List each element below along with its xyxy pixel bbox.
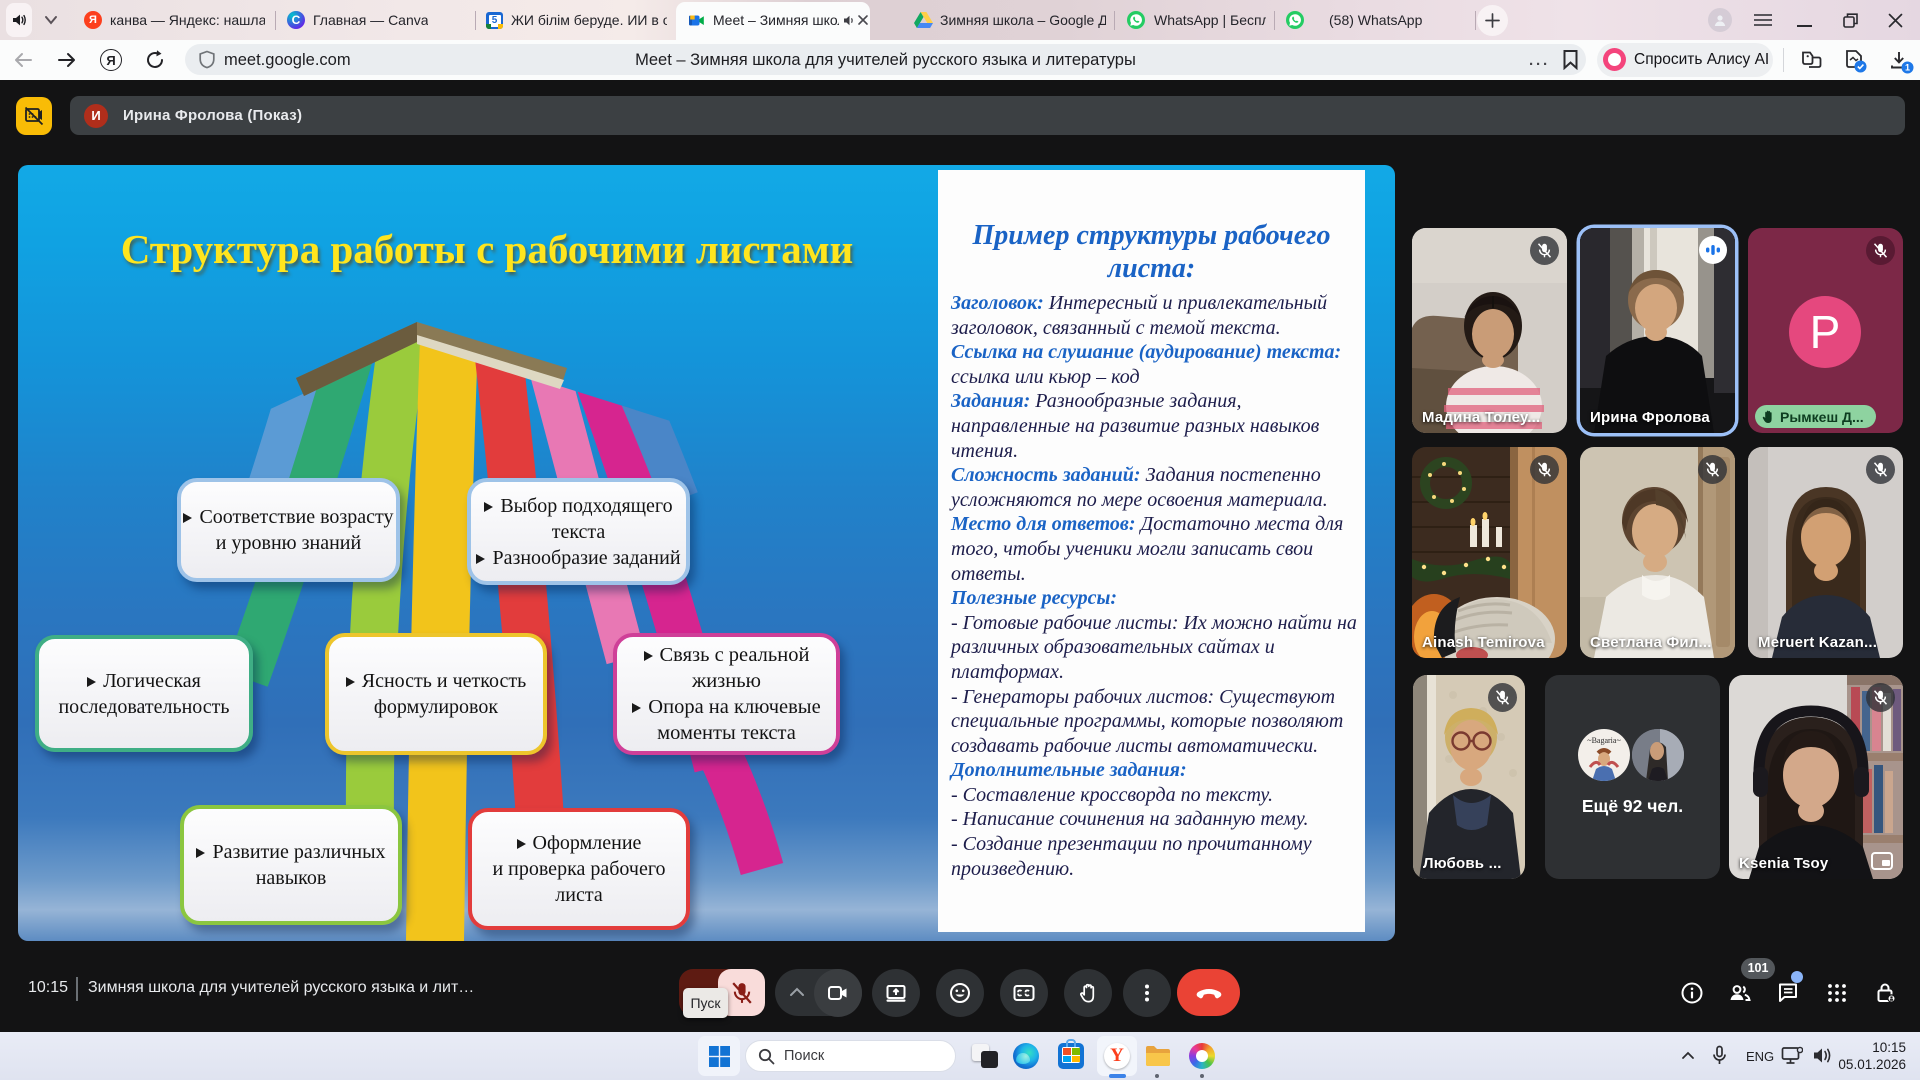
svg-text:1: 1 [1905,63,1910,73]
svg-text:~Bagaria~: ~Bagaria~ [1587,736,1621,745]
